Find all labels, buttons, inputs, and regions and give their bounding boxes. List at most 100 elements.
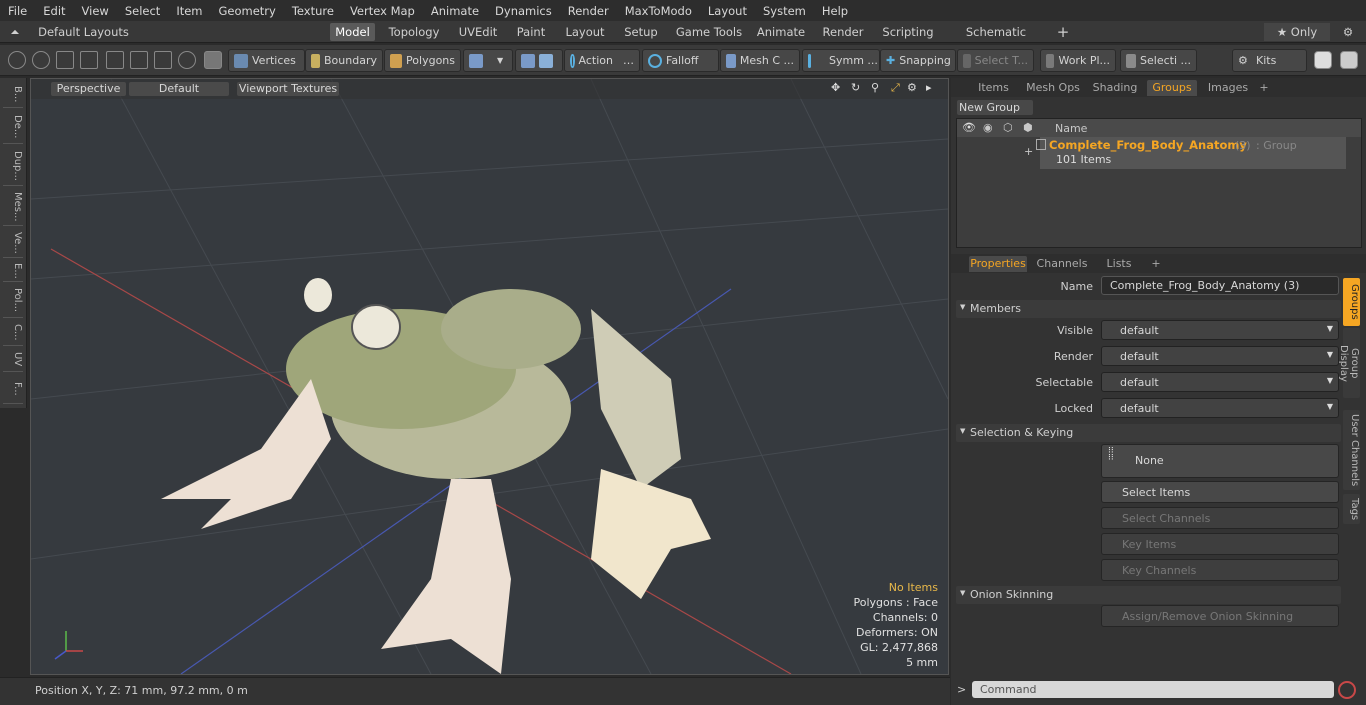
tab-scripting[interactable]: Scripting <box>879 23 937 41</box>
symmetry-button[interactable]: Symm ... <box>802 49 880 72</box>
command-input[interactable]: Command <box>972 681 1334 698</box>
tab-paint[interactable]: Paint <box>512 23 550 41</box>
left-tab-uv[interactable]: UV <box>3 348 23 372</box>
left-tab-vertex[interactable]: Ve... <box>3 228 23 258</box>
frame-icon[interactable] <box>154 51 172 69</box>
grid-icon[interactable] <box>130 51 148 69</box>
gear-icon[interactable]: ⚙ <box>1338 23 1358 41</box>
frog-model[interactable] <box>161 278 711 674</box>
side-tab-tags[interactable]: Tags <box>1343 494 1360 524</box>
menu-texture[interactable]: Texture <box>284 4 342 18</box>
select-channels-button[interactable]: Select Channels <box>1101 507 1339 529</box>
item-mode-icon[interactable] <box>204 51 222 69</box>
locked-dropdown[interactable]: default <box>1101 398 1339 418</box>
menu-layout[interactable]: Layout <box>700 4 755 18</box>
action-center-button[interactable]: Action… <box>564 49 640 72</box>
menu-edit[interactable]: Edit <box>35 4 73 18</box>
selection-keying-section[interactable]: Selection & Keying <box>956 424 1341 442</box>
expand-icon[interactable]: + <box>1024 145 1033 158</box>
tab-topology[interactable]: Topology <box>385 23 443 41</box>
left-tab-curve[interactable]: C... <box>3 320 23 346</box>
menu-help[interactable]: Help <box>814 4 856 18</box>
selection-sets-button[interactable]: Selecti ... <box>1120 49 1197 72</box>
add-panel-tab-icon[interactable]: + <box>1257 80 1271 96</box>
select-through-button[interactable]: Select T... <box>957 49 1034 72</box>
fit-view-icon[interactable]: ⤢ <box>891 81 900 95</box>
layout-preset-dropdown[interactable]: Default Layouts ▾ <box>36 23 131 57</box>
kits-button[interactable]: ⚙ Kits <box>1232 49 1307 72</box>
visible-dropdown[interactable]: default <box>1101 320 1339 340</box>
brush-icon[interactable] <box>80 51 98 69</box>
rotate-view-icon[interactable]: ↻ <box>851 81 860 94</box>
new-group-button[interactable]: New Group <box>957 100 1033 115</box>
menu-maxtomodo[interactable]: MaxToModo <box>617 4 700 18</box>
key-items-button[interactable]: Key Items <box>1101 533 1339 555</box>
tab-uvedit[interactable]: UVEdit <box>453 23 503 41</box>
material-mode-button[interactable]: ▼ <box>463 49 513 72</box>
tab-game-tools[interactable]: Game Tools <box>673 23 745 41</box>
viewport-gear-icon[interactable]: ⚙ <box>907 81 917 94</box>
left-tab-polygon[interactable]: Pol... <box>3 284 23 318</box>
zoom-view-icon[interactable]: ⚲ <box>871 81 879 94</box>
menu-dynamics[interactable]: Dynamics <box>487 4 560 18</box>
tab-model[interactable]: Model <box>330 23 375 41</box>
viewport-textures-button[interactable]: Viewport Textures <box>237 82 339 96</box>
tab-items[interactable]: Items <box>971 80 1016 96</box>
side-tab-groups[interactable]: Groups <box>1343 278 1360 326</box>
menu-vertex-map[interactable]: Vertex Map <box>342 4 423 18</box>
move-view-icon[interactable]: ✥ <box>831 81 840 94</box>
menu-file[interactable]: File <box>0 4 35 18</box>
globe-icon[interactable] <box>32 51 50 69</box>
left-tab-duplicate[interactable]: Dup... <box>3 146 23 186</box>
expand-arrow-icon[interactable]: ▸ <box>926 81 932 94</box>
assign-onion-skinning-button[interactable]: Assign/Remove Onion Skinning <box>1101 605 1339 627</box>
tab-images[interactable]: Images <box>1203 80 1253 96</box>
select-items-button[interactable]: Select Items <box>1101 481 1339 503</box>
key-channels-button[interactable]: Key Channels <box>1101 559 1339 581</box>
perspective-view-button[interactable]: Perspective <box>51 82 126 96</box>
tab-animate[interactable]: Animate <box>755 23 807 41</box>
tab-layout[interactable]: Layout <box>561 23 609 41</box>
tab-lists[interactable]: Lists <box>1095 256 1143 272</box>
add-properties-tab-icon[interactable]: + <box>1149 256 1163 272</box>
group-row[interactable]: + Complete_Frog_Body_Anatomy (3) : Group… <box>1024 137 1346 169</box>
3d-viewport[interactable]: Perspective Default Viewport Textures ✥ … <box>30 78 949 675</box>
onion-skinning-section[interactable]: Onion Skinning <box>956 586 1341 604</box>
tab-shading[interactable]: Shading <box>1089 80 1141 96</box>
transform-buttons[interactable] <box>515 49 563 72</box>
name-field[interactable]: Complete_Frog_Body_Anatomy (3) <box>1101 276 1339 295</box>
tab-properties[interactable]: Properties <box>969 256 1027 272</box>
cube-icon[interactable] <box>1314 51 1332 69</box>
selectable-dropdown[interactable]: default <box>1101 372 1339 392</box>
menu-geometry[interactable]: Geometry <box>211 4 284 18</box>
boundary-button[interactable]: Boundary <box>305 49 383 72</box>
falloff-button[interactable]: Falloff <box>642 49 719 72</box>
circle-select-icon[interactable] <box>8 51 26 69</box>
mesh-constraint-button[interactable]: Mesh C ... <box>720 49 800 72</box>
only-toggle[interactable]: ★ Only <box>1264 23 1330 41</box>
left-tab-edge[interactable]: E... <box>3 260 23 282</box>
add-tab-icon[interactable]: + <box>1055 23 1071 41</box>
render-dropdown[interactable]: default <box>1101 346 1339 366</box>
side-tab-group-display[interactable]: Group Display <box>1338 328 1360 398</box>
menu-item[interactable]: Item <box>168 4 210 18</box>
side-tab-user-channels[interactable]: User Channels <box>1343 410 1360 490</box>
pen-icon[interactable] <box>56 51 74 69</box>
tab-channels[interactable]: Channels <box>1035 256 1089 272</box>
menu-view[interactable]: View <box>74 4 117 18</box>
none-selection-button[interactable]: ⁝⁝ ⁝⁝ None <box>1101 444 1339 478</box>
vertices-button[interactable]: Vertices <box>228 49 305 72</box>
loop-icon[interactable] <box>178 51 196 69</box>
tab-setup[interactable]: Setup <box>619 23 663 41</box>
align-icon[interactable] <box>106 51 124 69</box>
unreal-icon[interactable] <box>1340 51 1358 69</box>
polygons-button[interactable]: Polygons <box>384 49 461 72</box>
tab-mesh-ops[interactable]: Mesh Ops <box>1023 80 1083 96</box>
menu-render[interactable]: Render <box>560 4 617 18</box>
left-tab-basic[interactable]: B... <box>3 82 23 108</box>
left-tab-fusion[interactable]: F... <box>3 374 23 404</box>
up-arrow-icon[interactable]: ⏶ <box>8 23 22 41</box>
menu-select[interactable]: Select <box>117 4 168 18</box>
record-icon[interactable] <box>1338 681 1356 699</box>
tab-render[interactable]: Render <box>817 23 869 41</box>
